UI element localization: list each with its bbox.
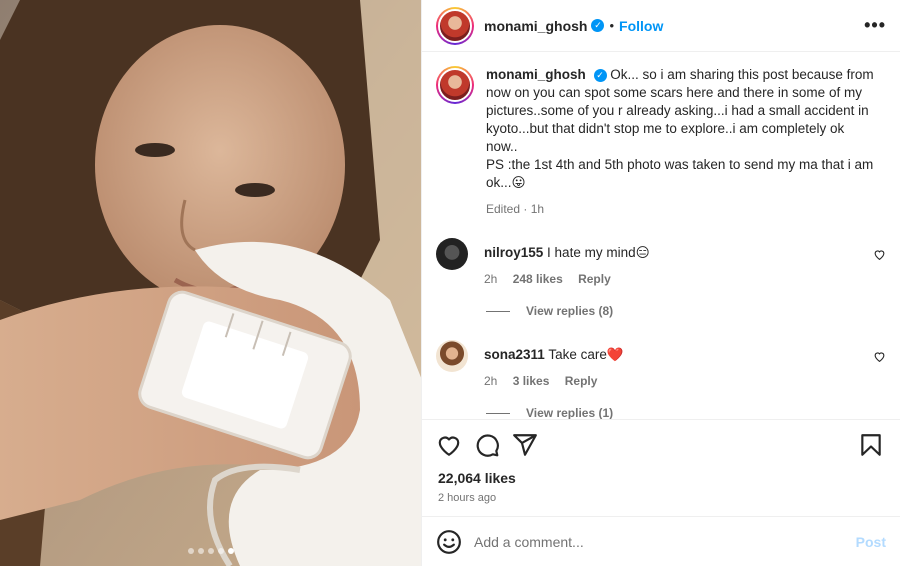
share-icon[interactable] [512,432,538,458]
bookmark-icon[interactable] [858,432,884,458]
author-username[interactable]: monami_ghosh [484,18,587,34]
view-replies-button[interactable]: View replies (1) [486,406,886,420]
comment-likes[interactable]: 3 likes [513,374,550,388]
carousel-dot [187,548,194,554]
post-timestamp[interactable]: 2 hours ago [422,486,900,516]
replies-line [486,310,510,312]
avatar-image [438,68,472,102]
comment-icon[interactable] [474,432,500,458]
caption: monami_ghosh ✓ Ok... so i am sharing thi… [436,66,886,216]
carousel-dot-active [227,548,234,554]
caption-username[interactable]: monami_ghosh [486,67,586,82]
avatar-image [438,8,472,43]
comments-section[interactable]: monami_ghosh ✓ Ok... so i am sharing thi… [422,52,900,420]
photo-illustration [0,0,421,566]
view-replies-button[interactable]: View replies (8) [486,304,886,318]
post-side-panel: monami_ghosh ✓ • Follow ••• monami_ghosh… [422,0,900,566]
heart-icon[interactable] [436,432,462,458]
caption-body: monami_ghosh ✓ Ok... so i am sharing thi… [486,66,876,192]
likes-count[interactable]: 22,064 likes [422,470,900,486]
action-bar [422,420,900,470]
carousel-indicator [0,548,421,554]
caption-text: Ok... so i am sharing this post because … [486,67,874,190]
more-icon[interactable]: ••• [864,15,886,36]
commenter-avatar[interactable] [436,340,468,372]
separator-dot: • [609,18,615,33]
comment-age: 2h [484,272,498,286]
post-comment-button[interactable]: Post [856,534,886,550]
carousel-dot [207,548,214,554]
commenter-username[interactable]: sona2311 [484,347,545,362]
comment-text: I hate my mind😑 [547,245,650,260]
replies-line [486,412,510,414]
verified-icon: ✓ [593,68,607,82]
caption-meta: Edited · 1h [486,202,545,216]
follow-button[interactable]: Follow [619,18,663,34]
comment-input[interactable] [474,533,856,550]
post-photo[interactable] [0,0,422,566]
reply-button[interactable]: Reply [578,272,611,286]
caption-author-avatar[interactable] [436,66,474,104]
commenter-username[interactable]: nilroy155 [484,245,543,260]
comment-meta: 2h 248 likes Reply [484,272,650,286]
like-comment-heart-icon[interactable] [873,248,886,264]
carousel-dot [197,548,204,554]
emoji-icon[interactable] [436,529,462,555]
comment-text-row: nilroy155 I hate my mind😑 [484,238,650,262]
post-header: monami_ghosh ✓ • Follow ••• [422,0,900,52]
reply-button[interactable]: Reply [565,374,598,388]
verified-icon: ✓ [591,19,605,32]
instagram-post: monami_ghosh ✓ • Follow ••• monami_ghosh… [0,0,900,566]
comment-likes[interactable]: 248 likes [513,272,563,286]
comment-item: sona2311 Take care❤️ 2h 3 likes Reply [436,340,886,388]
comment-item: nilroy155 I hate my mind😑 2h 248 likes R… [436,238,886,286]
comment-age: 2h [484,374,498,388]
view-replies-label: View replies (1) [526,406,614,420]
author-avatar[interactable] [436,6,474,45]
comment-text: Take care❤️ [548,347,624,362]
like-comment-heart-icon[interactable] [873,350,886,366]
comment-text-row: sona2311 Take care❤️ [484,340,624,364]
comment-composer: Post [422,516,900,566]
view-replies-label: View replies (8) [526,304,614,318]
carousel-dot [217,548,224,554]
comment-meta: 2h 3 likes Reply [484,374,624,388]
commenter-avatar[interactable] [436,238,468,270]
